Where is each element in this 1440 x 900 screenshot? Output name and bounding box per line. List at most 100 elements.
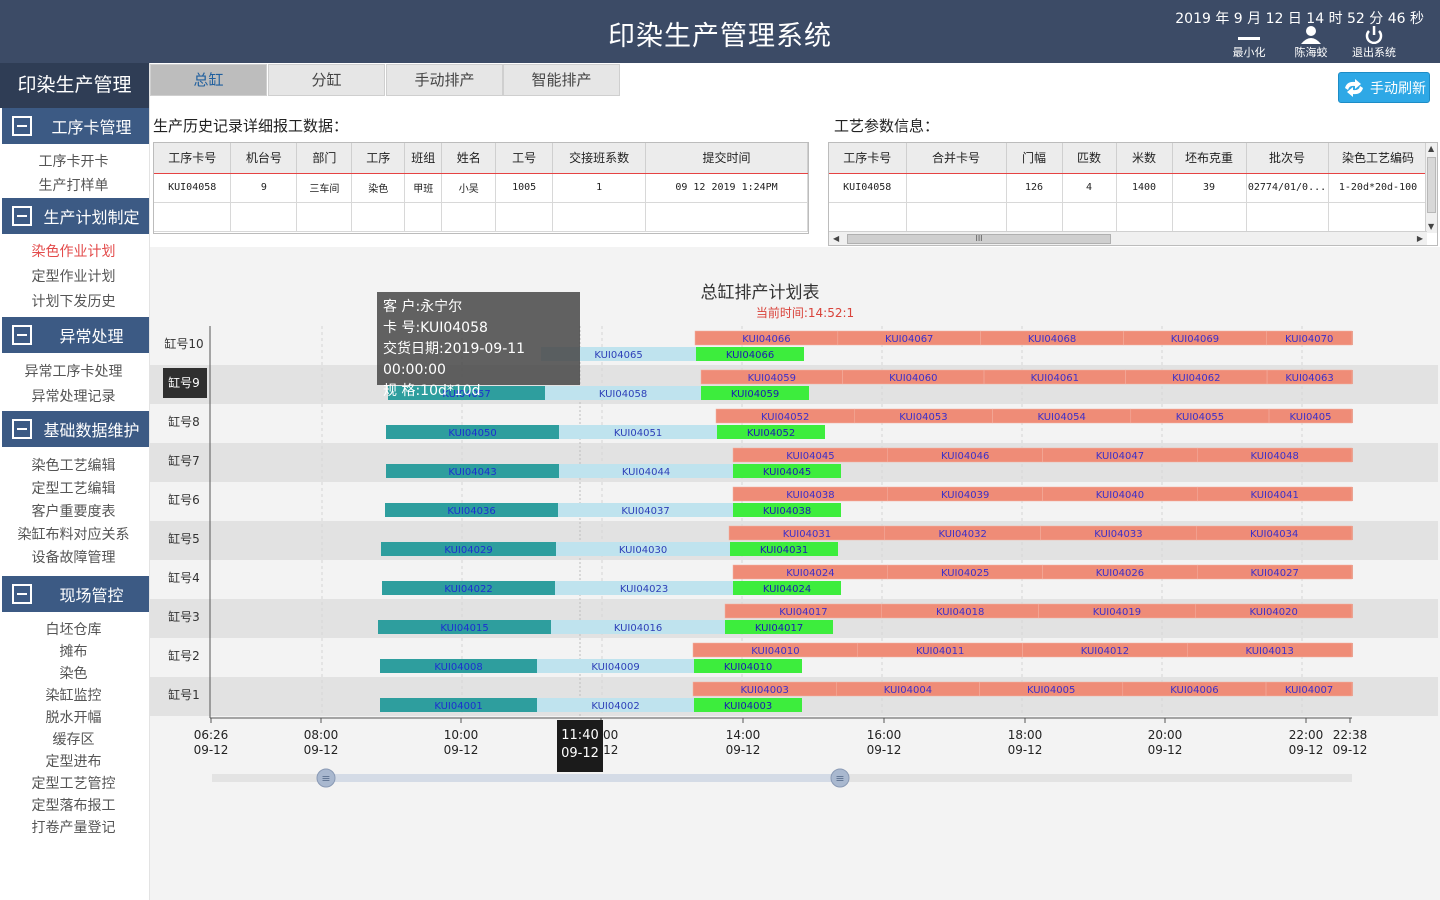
table-row[interactable] [829, 202, 1429, 232]
plan-bar-label: KUI04025 [941, 568, 989, 579]
sidebar-section-process-card[interactable]: 工序卡管理 [2, 108, 149, 144]
plan-bar-label: KUI04006 [1170, 685, 1218, 696]
col-header[interactable]: 染色工艺编码 [1328, 143, 1429, 174]
horizontal-scrollbar[interactable]: ◀ III ▶ [829, 231, 1427, 245]
table-cell [1172, 202, 1247, 232]
done-bar-label: KUI04001 [434, 701, 482, 712]
collapse-icon [12, 325, 32, 345]
user-button[interactable]: 陈海蛟 [1285, 26, 1337, 60]
plan-bar-label: KUI04060 [889, 373, 937, 384]
sidebar-item-setting-feed[interactable]: 定型进布 [0, 751, 147, 771]
table-cell [230, 202, 298, 232]
col-header[interactable]: 门幅 [1006, 143, 1063, 174]
col-header[interactable]: 工序卡号 [154, 143, 232, 174]
plan-bar-end [1352, 526, 1353, 540]
scroll-up-icon[interactable]: ▲ [1428, 145, 1434, 153]
tab-manual-schedule[interactable]: 手动排产 [386, 64, 503, 96]
col-header[interactable]: 米数 [1116, 143, 1173, 174]
col-header[interactable]: 坯布克重 [1172, 143, 1247, 174]
col-header[interactable]: 工序卡号 [829, 143, 907, 174]
sidebar-item-greige-warehouse[interactable]: 白坯仓库 [0, 619, 147, 639]
sidebar-item-vat-monitor[interactable]: 染缸监控 [0, 685, 147, 705]
table-row[interactable]: KUI04058 9 三车间 染色 甲班 小吴 1005 1 09 12 201… [154, 173, 808, 203]
table-row[interactable] [154, 202, 808, 232]
sidebar-item-buffer[interactable]: 缓存区 [0, 729, 147, 749]
gantt-chart[interactable]: 缸号10 KUI04066 KUI04067 KUI04068 KUI04069 KUI0… [150, 320, 1438, 795]
sidebar-item-setting-report[interactable]: 定型落布报工 [0, 795, 147, 815]
sidebar-item-dyeing-plan[interactable]: 染色作业计划 [0, 241, 147, 261]
sidebar-item-setting-process[interactable]: 定型工艺编辑 [0, 478, 147, 498]
sidebar-section-exception[interactable]: 异常处理 [2, 317, 149, 353]
scroll-right-icon[interactable]: ▶ [1417, 235, 1423, 243]
plan-bar-label: KUI04061 [1031, 373, 1079, 384]
waiting-bar-label: KUI04044 [622, 467, 670, 478]
plan-bar-end [1352, 565, 1353, 579]
plan-bar-label: KUI04031 [783, 529, 831, 540]
sidebar-item-exception-card[interactable]: 异常工序卡处理 [0, 361, 147, 381]
plan-bar-label: KUI04027 [1250, 568, 1298, 579]
table-cell [154, 202, 232, 232]
sidebar-item-dyeing-process[interactable]: 染色工艺编辑 [0, 455, 147, 475]
sidebar-section-field-control[interactable]: 现场管控 [2, 576, 149, 612]
sidebar-item-dyeing[interactable]: 染色 [0, 663, 147, 683]
tab-split-vat[interactable]: 分缸 [268, 64, 385, 96]
table-cell: 1 [552, 173, 647, 203]
sidebar-item-roll-output[interactable]: 打卷产量登记 [0, 817, 147, 837]
col-header[interactable]: 工序 [351, 143, 406, 174]
plan-bar-label: KUI04019 [1093, 607, 1141, 618]
sidebar-item-plan-history[interactable]: 计划下发历史 [0, 291, 147, 311]
col-header[interactable]: 合并卡号 [906, 143, 1007, 174]
col-header[interactable]: 姓名 [441, 143, 497, 174]
sidebar-item-customer-priority[interactable]: 客户重要度表 [0, 501, 147, 521]
plan-bar-label: KUI04068 [1028, 334, 1076, 345]
plan-bar-label: KUI04066 [742, 334, 790, 345]
sidebar-title: 印染生产管理 [0, 63, 149, 108]
table-cell [1328, 202, 1429, 232]
sidebar-item-dewatering[interactable]: 脱水开幅 [0, 707, 147, 727]
table-cell [829, 202, 907, 232]
col-header[interactable]: 工号 [495, 143, 554, 174]
sidebar-item-spreading[interactable]: 摊布 [0, 641, 147, 661]
plan-bar-label: KUI04007 [1285, 685, 1333, 696]
exit-button[interactable]: 退出系统 [1348, 26, 1400, 60]
scroll-down-icon[interactable]: ▼ [1428, 223, 1434, 231]
sidebar-item-open-card[interactable]: 工序卡开卡 [0, 151, 147, 171]
tooltip-spec: 规 格:10d*10d [383, 383, 481, 399]
sidebar-item-equipment-fault[interactable]: 设备故障管理 [0, 547, 147, 567]
col-header[interactable]: 匹数 [1062, 143, 1117, 174]
vertical-scrollbar[interactable]: ▲ ▼ [1425, 143, 1437, 233]
manual-refresh-button[interactable]: 手动刷新 [1338, 72, 1430, 103]
clock: 2019 年 9 月 12 日 14 时 52 分 46 秒 [1175, 11, 1424, 27]
sidebar-section-production-plan[interactable]: 生产计划制定 [2, 198, 149, 234]
col-header[interactable]: 部门 [296, 143, 353, 174]
scroll-thumb[interactable]: III [847, 234, 1111, 244]
machine-label: 缸号9 [168, 375, 200, 390]
tab-smart-schedule[interactable]: 智能排产 [503, 64, 620, 96]
x-tick-date: 09-12 [444, 743, 479, 757]
x-tick-time: 10:00 [444, 728, 479, 742]
minimize-button[interactable]: 最小化 [1223, 26, 1275, 60]
x-tick-date: 09-12 [867, 743, 902, 757]
col-header[interactable]: 批次号 [1246, 143, 1329, 174]
col-header[interactable]: 提交时间 [645, 143, 808, 174]
x-tick-time: 18:00 [1008, 728, 1043, 742]
scroll-left-icon[interactable]: ◀ [833, 235, 839, 243]
table-row[interactable]: KUI04058 126 4 1400 39 02774/01/0... 1-2… [829, 173, 1429, 203]
sidebar-item-vat-fabric[interactable]: 染缸布料对应关系 [0, 524, 147, 544]
tab-total-vat[interactable]: 总缸 [150, 64, 267, 96]
sidebar-item-exception-record[interactable]: 异常处理记录 [0, 386, 147, 406]
col-header[interactable]: 交接班系数 [552, 143, 647, 174]
sidebar-item-setting-control[interactable]: 定型工艺管控 [0, 773, 147, 793]
plan-bar-label: KUI0405 [1290, 412, 1332, 423]
sidebar-item-sample-sheet[interactable]: 生产打样单 [0, 175, 147, 195]
sidebar-section-base-data[interactable]: 基础数据维护 [2, 411, 149, 447]
scroll-thumb[interactable] [1427, 157, 1436, 213]
plan-bar-label: KUI04062 [1172, 373, 1220, 384]
table-cell: KUI04058 [829, 173, 907, 203]
sidebar-item-setting-plan[interactable]: 定型作业计划 [0, 266, 147, 286]
table-cell [351, 202, 406, 232]
running-bar-label: KUI04038 [763, 506, 811, 517]
plan-bar-label: KUI04032 [938, 529, 986, 540]
col-header[interactable]: 机台号 [230, 143, 298, 174]
col-header[interactable]: 班组 [404, 143, 443, 174]
